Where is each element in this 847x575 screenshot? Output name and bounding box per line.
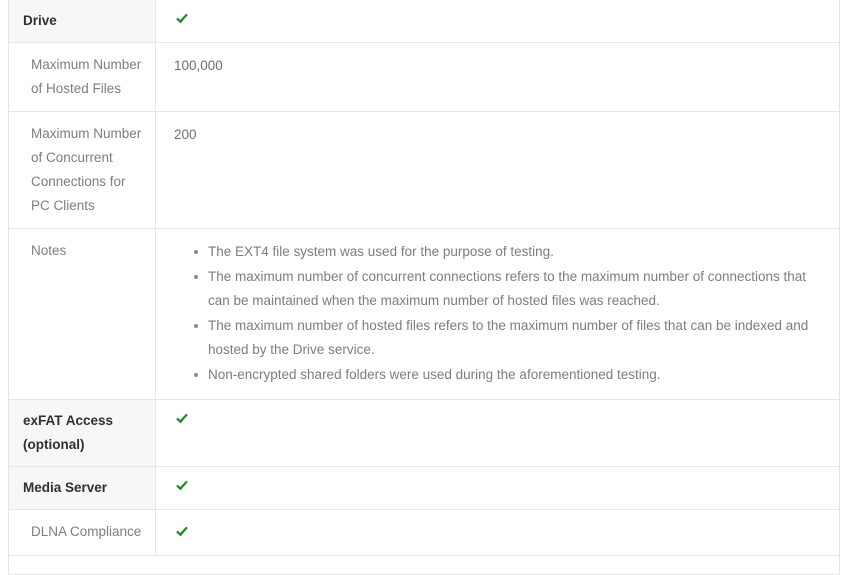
table-cell-value-maximum-number-of-hosted-files: 100,000: [155, 42, 840, 112]
table-cell-label-exfat-access-optional: exFAT Access (optional): [8, 399, 156, 467]
table-row-clipped-bottom: [8, 555, 840, 575]
table-row: Maximum Number of Concurrent Connections…: [8, 111, 840, 229]
row-label: Notes: [31, 243, 67, 258]
check-icon: [174, 11, 190, 27]
list-item: Non-encrypted shared folders were used d…: [194, 363, 817, 388]
specification-table-body: Drive Maximum Number of Hosted Files 100,0…: [8, 0, 840, 575]
list-item: The maximum number of hosted files refer…: [194, 314, 817, 363]
table-cell-label-maximum-number-of-concurrent-connections-for-pc-clients: Maximum Number of Concurrent Connections…: [8, 111, 156, 229]
table-cell-value: [155, 555, 840, 575]
row-label: Drive: [23, 13, 57, 28]
table-row: Maximum Number of Hosted Files 100,000: [8, 42, 840, 112]
row-label: Maximum Number of Concurrent Connections…: [31, 126, 142, 213]
table-row: DLNA Compliance: [8, 509, 840, 556]
list-item: The maximum number of concurrent connect…: [194, 265, 817, 314]
row-value: 100,000: [174, 58, 223, 73]
table-cell-value-drive: [155, 0, 840, 43]
row-label: exFAT Access (optional): [23, 413, 114, 452]
check-icon: [174, 524, 190, 540]
table-cell-value-dlna-compliance: [155, 509, 840, 556]
table-cell-label: [8, 555, 156, 575]
table-row: Media Server: [8, 466, 840, 510]
row-label: DLNA Compliance: [31, 524, 142, 539]
list-item: The EXT4 file system was used for the pu…: [194, 240, 817, 265]
row-value: 200: [174, 127, 197, 142]
row-label: Maximum Number of Hosted Files: [31, 57, 142, 96]
table-cell-value-exfat-access-optional: [155, 399, 840, 467]
specification-table-container: Drive Maximum Number of Hosted Files 100,0…: [8, 0, 840, 575]
check-icon: [174, 478, 190, 494]
table-cell-value-notes: The EXT4 file system was used for the pu…: [155, 228, 840, 400]
table-cell-label-dlna-compliance: DLNA Compliance: [8, 509, 156, 556]
check-icon: [174, 411, 190, 427]
specification-table: Drive Maximum Number of Hosted Files 100,0…: [8, 0, 840, 575]
table-row: Notes The EXT4 file system was used for t…: [8, 228, 840, 400]
notes-list: The EXT4 file system was used for the pu…: [174, 240, 817, 387]
table-cell-label-notes: Notes: [8, 228, 156, 400]
row-label: Media Server: [23, 480, 108, 495]
table-cell-value-maximum-number-of-concurrent-connections-for-pc-clients: 200: [155, 111, 840, 229]
table-cell-value-media-server: [155, 466, 840, 510]
table-row: exFAT Access (optional): [8, 399, 840, 467]
table-cell-label-media-server: Media Server: [8, 466, 156, 510]
table-cell-label-maximum-number-of-hosted-files: Maximum Number of Hosted Files: [8, 42, 156, 112]
table-row: Drive: [8, 0, 840, 43]
table-cell-label-drive: Drive: [8, 0, 156, 43]
